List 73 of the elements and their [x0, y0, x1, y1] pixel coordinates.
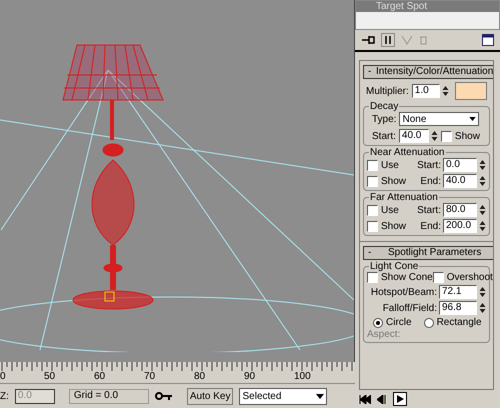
end-label: End:	[420, 220, 441, 232]
rollout-header[interactable]: - Spotlight Parameters	[363, 246, 493, 260]
start-label: Start:	[372, 130, 396, 142]
aspect-label: Aspect:	[367, 329, 400, 340]
play-icon[interactable]	[393, 392, 407, 406]
checkbox-label: Show	[381, 220, 406, 232]
checkbox[interactable]	[367, 272, 378, 283]
radio-label: Circle	[386, 317, 412, 328]
ruler-label: 60	[94, 372, 106, 382]
checkbox[interactable]	[440, 130, 452, 142]
dropdown-arrow-icon[interactable]	[316, 394, 324, 398]
spinner-field[interactable]: 40.0	[398, 129, 429, 143]
configure-icon[interactable]	[482, 34, 494, 46]
ruler-label: 70	[144, 372, 156, 382]
spinner-arrows-icon[interactable]	[442, 85, 449, 97]
start-label: Start:	[417, 160, 441, 170]
auto-key-button[interactable]: Auto Key	[186, 388, 234, 404]
spinner-field[interactable]: 96.8	[439, 301, 477, 315]
pin-icon[interactable]	[361, 35, 375, 45]
spinner-field[interactable]: 72.1	[439, 285, 477, 299]
ruler-label: 90	[244, 372, 256, 382]
rollout-header[interactable]: - Intensity/Color/Attenuation	[363, 65, 493, 79]
spinner-field[interactable]: 40.0	[443, 174, 477, 188]
checkbox[interactable]	[367, 220, 378, 232]
spinner-field[interactable]: 1.0	[412, 84, 440, 98]
spinner-arrows-icon[interactable]	[479, 204, 486, 216]
checkbox[interactable]	[367, 160, 378, 170]
end-label: End:	[420, 176, 441, 186]
previous-frame-icon[interactable]	[377, 394, 387, 404]
spinner-arrows-icon[interactable]	[479, 175, 486, 187]
spinner-label: Falloff/Field:	[382, 302, 437, 314]
checkbox-label: Show	[454, 130, 480, 142]
spinner-arrows-icon[interactable]	[479, 220, 486, 232]
ruler-label: 80	[194, 372, 206, 382]
ruler-label: 100	[294, 372, 311, 382]
group-title: Light Cone	[369, 261, 420, 272]
checkbox[interactable]	[367, 176, 378, 186]
grid-readout: Grid = 0.0	[68, 388, 149, 404]
timeline-ruler[interactable]: 0 50 60 70 80 90 100	[0, 362, 355, 384]
decay-type-dropdown[interactable]: None	[399, 112, 480, 126]
checkbox[interactable]	[432, 272, 444, 283]
checkbox-label: Use	[381, 160, 399, 170]
spinner-arrows-icon[interactable]	[479, 159, 486, 171]
spinner-label: Hotspot/Beam:	[370, 286, 437, 298]
spinner-arrows-icon[interactable]	[430, 130, 438, 142]
spinner-field[interactable]: 200.0	[443, 219, 477, 233]
checkbox-label: Show	[381, 176, 406, 186]
ruler-label: 0	[0, 372, 6, 382]
dropdown-arrow-icon[interactable]	[469, 117, 476, 121]
group-title: Decay	[369, 101, 400, 112]
radio-label: Rectangle	[436, 317, 482, 328]
checkbox-label: Overshoot	[446, 272, 493, 283]
type-label: Type:	[372, 114, 396, 124]
group-title: Far Attenuation	[369, 192, 439, 203]
go-to-start-icon[interactable]	[359, 394, 371, 404]
radio-button[interactable]	[424, 318, 434, 328]
key-filter-dropdown[interactable]: Selected	[239, 388, 328, 404]
z-label: Z:	[0, 390, 9, 402]
color-swatch[interactable]	[454, 82, 487, 100]
checkbox-label: Use	[381, 204, 399, 216]
checkbox[interactable]	[367, 204, 378, 216]
spinner-arrows-icon[interactable]	[479, 302, 486, 314]
pause-bars-icon[interactable]	[381, 33, 395, 47]
radio-button[interactable]	[373, 318, 383, 328]
key-icon[interactable]	[154, 390, 173, 402]
start-label: Start:	[417, 204, 441, 216]
spinner-arrows-icon[interactable]	[479, 286, 486, 298]
spinner-field[interactable]: 80.0	[443, 203, 477, 217]
group-title: Near Attenuation	[369, 147, 446, 158]
checkbox-label: Show Cone	[381, 272, 433, 283]
spinner-field[interactable]: 0.0	[443, 158, 477, 172]
multiplier-label: Multiplier:	[366, 86, 409, 96]
ruler-label: 50	[44, 372, 56, 382]
